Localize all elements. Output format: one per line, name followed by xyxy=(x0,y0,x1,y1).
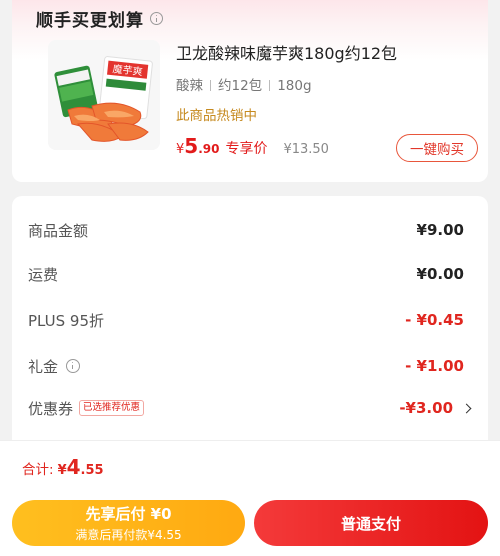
price-integer: 5 xyxy=(184,134,199,158)
bottom-action-bar: 先享后付 ¥0 满意后再付款¥4.55 普通支付 xyxy=(0,492,500,556)
exclusive-price-label: 专享价 xyxy=(225,141,268,157)
summary-value: - ¥0.45 xyxy=(405,311,464,329)
total-symbol: ¥ xyxy=(57,463,67,478)
summary-value: ¥9.00 xyxy=(416,221,464,239)
product-image[interactable]: 魔芋爽 xyxy=(48,40,160,150)
summary-label: 优惠券 已选推荐优惠 xyxy=(28,398,145,419)
price-decimal: .90 xyxy=(198,142,220,156)
spec-flavor: 酸辣 xyxy=(176,78,203,94)
spec-count: 约12包 xyxy=(218,78,263,94)
snack-image-icon: 魔芋爽 xyxy=(48,40,160,150)
spec-weight: 180g xyxy=(277,78,312,94)
original-price: ¥13.50 xyxy=(283,142,329,157)
chevron-right-icon xyxy=(461,403,472,413)
recommend-header: 顺手买更划算 xyxy=(36,6,163,31)
summary-row-coupon[interactable]: 优惠券 已选推荐优惠 -¥3.00 xyxy=(28,394,472,422)
pay-now-button[interactable]: 普通支付 xyxy=(254,500,488,546)
pay-later-subtitle: 满意后再付款¥4.55 xyxy=(75,528,182,542)
total-bar: 合计: ¥4.55 xyxy=(0,440,500,492)
gift-label: 礼金 xyxy=(28,357,59,376)
coupon-label: 优惠券 xyxy=(28,399,74,418)
product-name[interactable]: 卫龙酸辣味魔芋爽180g约12包 xyxy=(176,40,397,64)
summary-value: - ¥1.00 xyxy=(405,357,464,375)
spec-divider xyxy=(210,80,211,91)
summary-label: PLUS 95折 xyxy=(28,311,105,330)
order-total: 合计: ¥4.55 xyxy=(22,455,104,479)
info-icon[interactable] xyxy=(66,359,81,373)
total-decimal: .55 xyxy=(80,463,104,478)
summary-label: 运费 xyxy=(28,265,59,284)
product-price: ¥5.90 专享价 ¥13.50 xyxy=(176,134,329,158)
summary-value: ¥0.00 xyxy=(416,265,464,283)
recommend-title: 顺手买更划算 xyxy=(36,11,144,31)
summary-row-goods: 商品金额 ¥9.00 xyxy=(28,216,464,244)
coupon-value[interactable]: -¥3.00 xyxy=(399,399,472,417)
recommended-coupon-tag: 已选推荐优惠 xyxy=(79,400,145,416)
total-integer: 4 xyxy=(66,455,81,479)
summary-row-gift: 礼金 - ¥1.00 xyxy=(28,352,464,380)
product-specs: 酸辣 约12包 180g xyxy=(176,74,312,94)
summary-label: 商品金额 xyxy=(28,221,89,240)
summary-row-shipping: 运费 ¥0.00 xyxy=(28,260,464,288)
info-icon[interactable] xyxy=(150,12,163,25)
order-summary: 商品金额 ¥9.00 运费 ¥0.00 PLUS 95折 - ¥0.45 礼金 … xyxy=(12,196,488,440)
pay-later-title: 先享后付 ¥0 xyxy=(85,505,172,523)
summary-label: 礼金 xyxy=(28,356,81,377)
spec-divider xyxy=(269,80,271,91)
recommend-card: 顺手买更划算 魔芋爽 卫龙酸辣味魔芋爽180g约12包 酸辣 约12包 180g… xyxy=(12,0,488,182)
pay-later-button[interactable]: 先享后付 ¥0 满意后再付款¥4.55 xyxy=(12,500,245,546)
total-label: 合计: xyxy=(22,462,54,478)
summary-value: -¥3.00 xyxy=(399,399,453,417)
price-symbol: ¥ xyxy=(176,142,185,157)
hot-sale-label: 此商品热销中 xyxy=(176,108,257,124)
one-click-buy-button[interactable]: 一键购买 xyxy=(396,134,478,162)
summary-row-plus: PLUS 95折 - ¥0.45 xyxy=(28,306,464,334)
